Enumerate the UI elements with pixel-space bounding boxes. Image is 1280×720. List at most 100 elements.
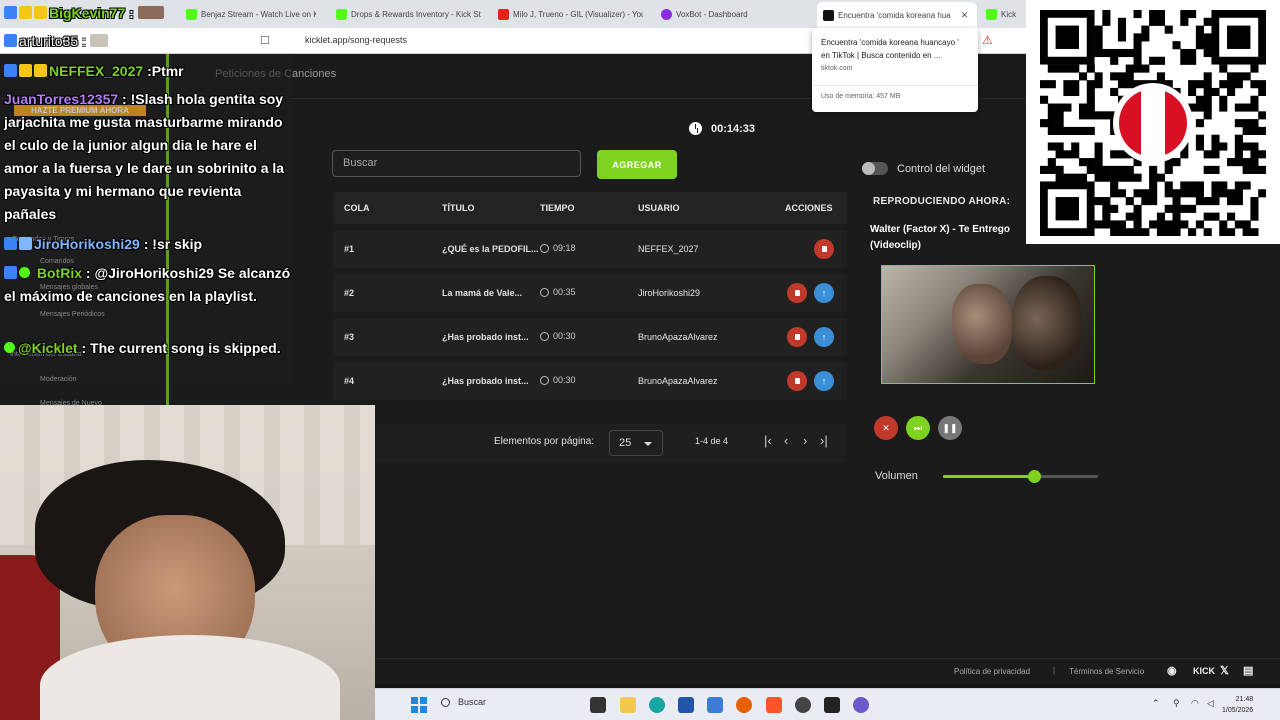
sub-badge-icon	[4, 266, 17, 279]
obs-icon[interactable]	[795, 697, 811, 713]
widget-control-label: Control del widget	[897, 162, 986, 175]
memory-usage: Uso de memoria: 457 MB	[821, 93, 901, 100]
queue-position: #3	[344, 332, 355, 342]
brave-icon[interactable]	[766, 697, 782, 713]
volume-icon[interactable]: ◁	[1207, 698, 1214, 709]
delete-song-button[interactable]	[787, 371, 807, 391]
table-row: #1 ¿QUÉ es la PEDOFIL... 09:18 NEFFEX_20…	[333, 230, 847, 268]
privacy-link[interactable]: Política de privacidad	[954, 667, 1030, 676]
column-header-user: USUARIO	[638, 203, 680, 213]
column-header-time: TIEMPO	[540, 203, 575, 213]
screen: Benjaz Stream - Watch Live on K Drops & …	[0, 0, 1280, 720]
volume-slider[interactable]	[943, 470, 1098, 483]
requester: JiroHorikoshi29	[638, 288, 701, 298]
edge-icon[interactable]	[649, 697, 665, 713]
close-tab-icon[interactable]: ✕	[961, 10, 969, 21]
clock-icon	[540, 243, 549, 253]
move-up-button[interactable]: ↑	[814, 327, 834, 347]
verified-icon	[4, 342, 15, 353]
sub-badge-icon	[4, 6, 17, 19]
gift-badge-icon	[34, 64, 47, 77]
video-thumbnail[interactable]	[881, 265, 1095, 384]
last-page-icon[interactable]: ›|	[820, 433, 828, 448]
tab-kick[interactable]: Kick	[986, 4, 1026, 24]
column-header-queue: COLA	[344, 203, 370, 213]
emote-icon	[89, 34, 108, 47]
tab-voxbot[interactable]: VoxBot - Dashboard	[661, 4, 771, 24]
firefox-icon[interactable]	[736, 697, 752, 713]
tab-youtube-video[interactable]: Milo J, Trueno - GIL (Visualizer) - You	[498, 4, 643, 24]
pagination: Elementos por página: 25 1-4 de 4 |‹ ‹ ›…	[376, 424, 846, 462]
pause-button[interactable]: ❚❚	[938, 416, 962, 440]
now-playing-label: REPRODUCIENDO AHORA:	[873, 196, 1011, 207]
qr-code	[1026, 0, 1280, 244]
discord-icon[interactable]: ◉	[1167, 664, 1177, 677]
verified-badge-icon	[19, 237, 32, 250]
delete-song-button[interactable]	[787, 283, 807, 303]
chat-message: NEFFEX_2027 :Ptmr	[4, 60, 292, 83]
clock-icon	[540, 375, 549, 385]
sub-badge-icon	[4, 64, 17, 77]
webcam-overlay	[0, 405, 375, 720]
previous-page-icon[interactable]: ‹	[784, 433, 788, 448]
system-clock[interactable]: 21:48 1/05/2026	[1222, 694, 1253, 716]
taskbar: Buscar ⌃ ⚲ ◠ ◁ 21:48 1/05/2026	[375, 688, 1280, 720]
song-duration: 09:18	[540, 243, 576, 253]
terms-link[interactable]: Términos de Servicio	[1069, 667, 1144, 676]
delete-song-button[interactable]	[814, 239, 834, 259]
clock-icon	[540, 331, 549, 341]
chevron-up-icon[interactable]: ⌃	[1152, 698, 1160, 709]
taskbar-search[interactable]: Buscar	[441, 697, 486, 707]
widget-control[interactable]: Control del widget	[862, 162, 985, 175]
windows-start-icon[interactable]	[411, 697, 427, 713]
document-icon[interactable]: ▤	[1243, 664, 1253, 677]
move-up-button[interactable]: ↑	[814, 371, 834, 391]
youtube-icon	[498, 8, 509, 20]
queue-position: #2	[344, 288, 355, 298]
add-song-button[interactable]: AGREGAR	[597, 150, 677, 179]
requester: NEFFEX_2027	[638, 244, 699, 254]
kick-icon[interactable]: KICK	[1193, 666, 1215, 676]
search-input[interactable]: Buscar	[332, 150, 581, 177]
table-row: #2 La mamá de Vale... 00:35 JiroHorikosh…	[333, 274, 847, 312]
network-icon[interactable]: ⚲	[1173, 698, 1180, 709]
song-title: ¿Has probado inst...	[442, 332, 529, 342]
file-explorer-icon[interactable]	[620, 697, 636, 713]
first-page-icon[interactable]: |‹	[764, 433, 772, 448]
stop-button[interactable]: ✕	[874, 416, 898, 440]
page-size-select[interactable]: 25	[609, 430, 663, 456]
sub-badge-icon	[4, 34, 17, 47]
song-duration: 00:30	[540, 375, 576, 385]
requester: BrunoApazaAlvarez	[638, 376, 718, 386]
column-header-actions: ACCIONES	[785, 203, 833, 213]
wifi-icon[interactable]: ◠	[1191, 698, 1199, 709]
footer: Política de privacidad | Términos de Ser…	[375, 658, 1280, 684]
tab-tiktok-active[interactable]: Encuentra 'comida koreana hua ✕	[817, 2, 977, 28]
widget-toggle[interactable]	[862, 162, 888, 175]
verified-icon	[19, 267, 30, 278]
chevron-down-icon	[644, 442, 652, 446]
emote-icon	[137, 6, 164, 19]
move-up-button[interactable]: ↑	[814, 283, 834, 303]
song-title: ¿Has probado inst...	[442, 376, 529, 386]
delete-song-button[interactable]	[787, 327, 807, 347]
x-icon[interactable]: 𝕏	[1220, 664, 1229, 677]
hover-card-title: Encuentra 'comida koreana huancayo ' en …	[821, 38, 959, 60]
timer-value: 00:14:33	[711, 122, 756, 135]
next-page-icon[interactable]: ›	[803, 433, 807, 448]
url-field[interactable]: kicklet.app/song-requests	[305, 35, 407, 45]
tiktok-icon	[823, 9, 834, 21]
settings-app-icon[interactable]	[707, 697, 723, 713]
skip-button[interactable]: ⏭	[906, 416, 930, 440]
discord-taskbar-icon[interactable]	[853, 697, 869, 713]
clock-icon	[689, 122, 702, 135]
chat-message: BigKevin77 :	[4, 2, 292, 25]
volume-label: Volumen	[875, 470, 918, 482]
column-header-title: TÍTULO	[442, 203, 475, 213]
task-view-icon[interactable]	[590, 697, 606, 713]
app-icon[interactable]	[824, 697, 840, 713]
tab-drops-rewards[interactable]: Drops & Rewards Inventory - Kick St	[336, 4, 481, 24]
warning-icon[interactable]: ⚠	[982, 33, 993, 47]
volume-handle[interactable]	[1028, 470, 1042, 483]
store-icon[interactable]	[678, 697, 694, 713]
